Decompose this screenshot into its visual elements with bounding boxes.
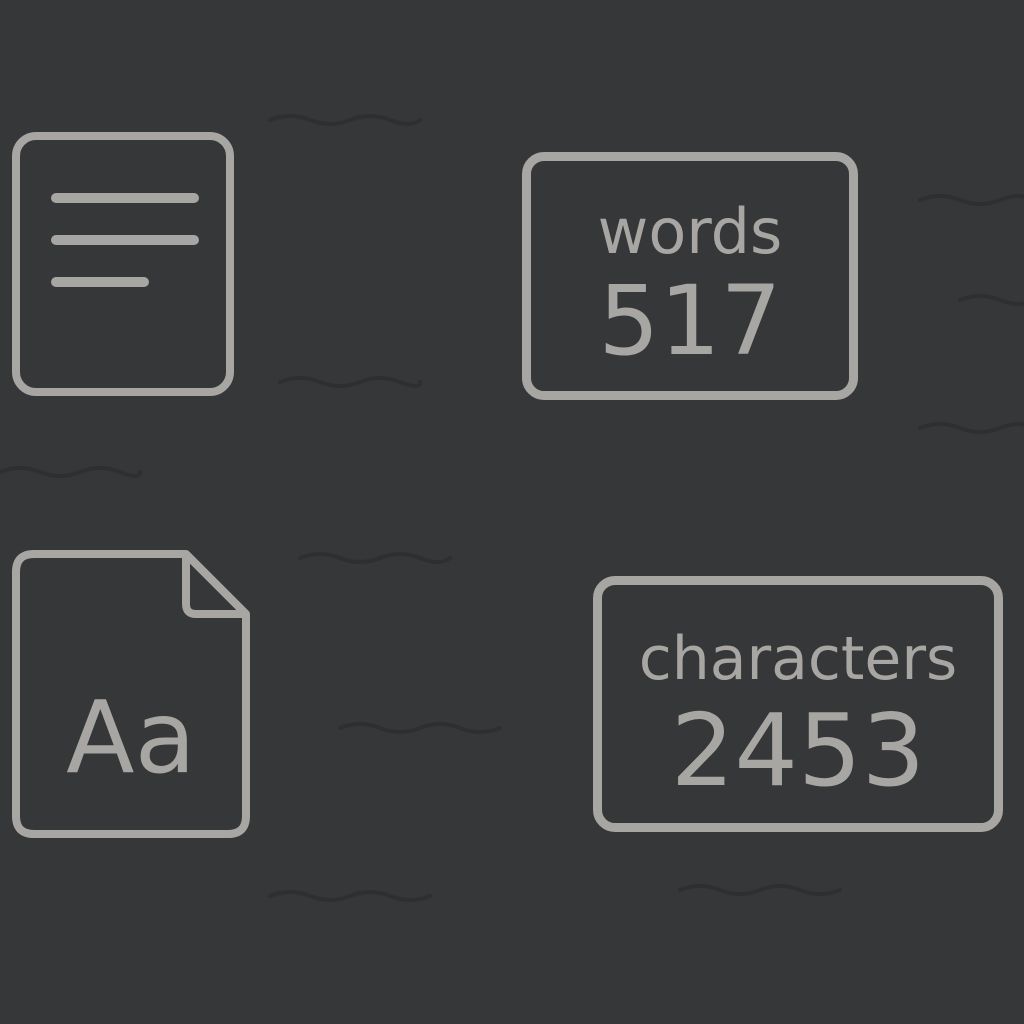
document-lines-icon [10, 130, 236, 398]
character-count-value: 2453 [670, 692, 926, 809]
word-count-label: words [597, 195, 783, 268]
font-sample-label: Aa [66, 679, 196, 796]
canvas: Aa words 517 characters 2453 [0, 0, 1024, 1024]
character-count-card: characters 2453 [593, 576, 1003, 832]
font-file-icon: Aa [10, 548, 252, 840]
word-count-value: 517 [598, 265, 782, 377]
word-count-card: words 517 [522, 152, 858, 400]
character-count-label: characters [638, 624, 958, 694]
